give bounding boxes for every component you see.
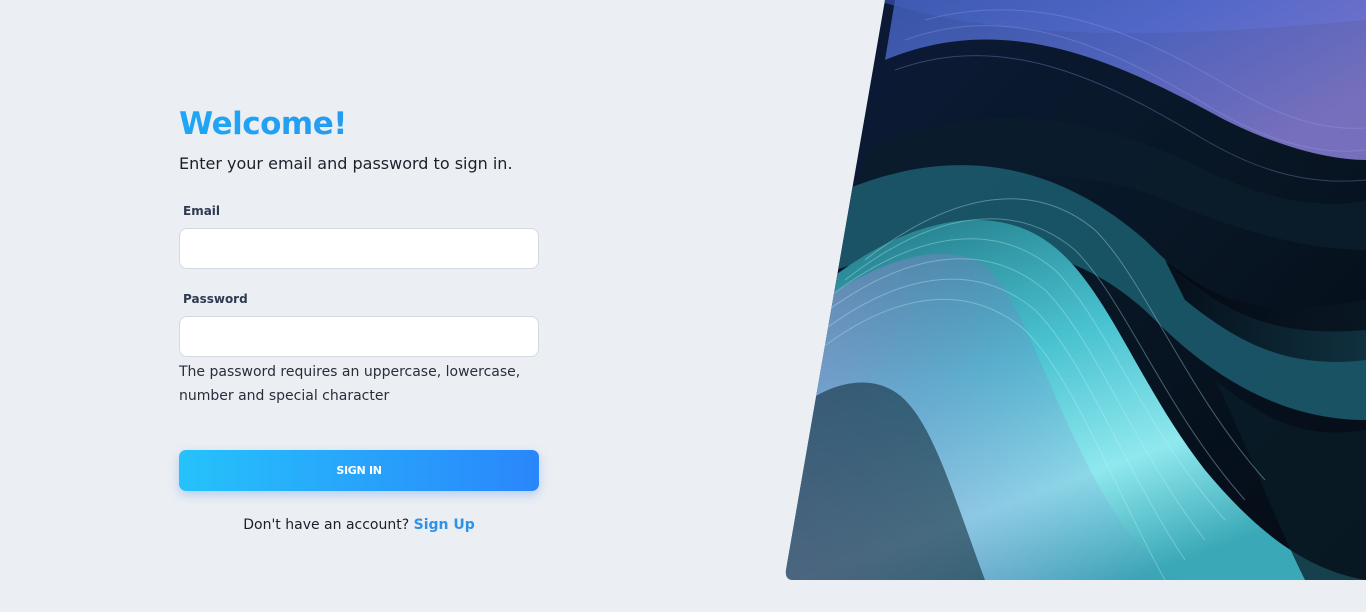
password-field[interactable] [179,316,539,357]
welcome-title: Welcome! [179,104,539,144]
sign-in-button[interactable]: SIGN IN [179,450,539,491]
signup-row: Don't have an account? Sign Up [179,515,539,535]
email-label: Email [183,204,221,218]
email-field[interactable] [179,228,539,269]
sign-up-link[interactable]: Sign Up [414,517,475,533]
password-label: Password [183,292,248,306]
abstract-wave-artwork [785,0,1366,580]
abstract-wave-image [785,0,1366,580]
signin-subtitle: Enter your email and password to sign in… [179,154,513,173]
login-form: Welcome! Enter your email and password t… [179,104,539,535]
signup-prompt: Don't have an account? [243,517,410,533]
password-requirements-hint: The password requires an uppercase, lowe… [179,364,521,404]
